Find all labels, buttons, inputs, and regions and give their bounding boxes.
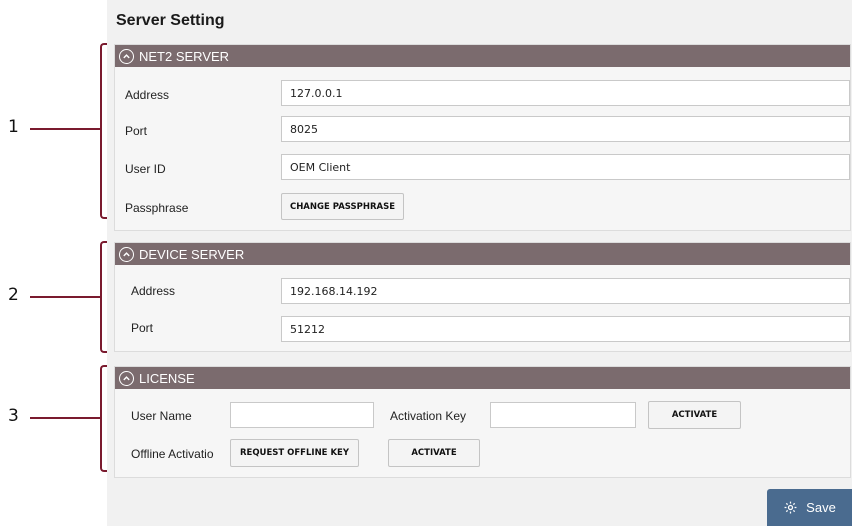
page-title: Server Setting: [116, 12, 225, 29]
net2-server-section: NET2 SERVER Address 127.0.0.1 Port 8025 …: [114, 44, 851, 231]
net2-server-title: NET2 SERVER: [139, 48, 230, 64]
callout-1-line: [30, 128, 102, 130]
net2-user-id-label: User ID: [125, 162, 166, 176]
net2-server-header[interactable]: NET2 SERVER: [115, 45, 850, 67]
callout-1-number: 1: [8, 117, 19, 137]
user-name-label: User Name: [131, 409, 192, 423]
device-server-header[interactable]: DEVICE SERVER: [115, 243, 850, 265]
license-title: LICENSE: [139, 370, 195, 386]
save-label: Save: [806, 500, 836, 515]
chevron-up-circle-icon[interactable]: [119, 246, 134, 262]
callout-3-line: [30, 417, 102, 419]
license-section: LICENSE User Name Activation Key ACTIVAT…: [114, 366, 851, 478]
offline-activation-label: Offline Activatio: [131, 447, 214, 461]
net2-passphrase-label: Passphrase: [125, 201, 189, 215]
offline-activate-button[interactable]: ACTIVATE: [388, 439, 480, 467]
license-header[interactable]: LICENSE: [115, 367, 850, 389]
chevron-up-circle-icon[interactable]: [119, 370, 134, 386]
device-address-input[interactable]: 192.168.14.192: [281, 278, 850, 304]
net2-address-label: Address: [125, 88, 170, 102]
device-address-label: Address: [131, 284, 176, 298]
activation-key-label: Activation Key: [390, 409, 467, 423]
user-name-input[interactable]: [230, 402, 374, 428]
net2-user-id-input[interactable]: OEM Client: [281, 154, 850, 180]
activate-button[interactable]: ACTIVATE: [648, 401, 741, 429]
callout-3-number: 3: [8, 406, 19, 426]
change-passphrase-button[interactable]: CHANGE PASSPHRASE: [281, 193, 404, 220]
net2-port-input[interactable]: 8025: [281, 116, 850, 142]
device-server-section: DEVICE SERVER Address 192.168.14.192 Por…: [114, 242, 851, 352]
activation-key-input[interactable]: [490, 402, 636, 428]
device-port-input[interactable]: 51212: [281, 316, 850, 342]
chevron-up-circle-icon[interactable]: [119, 48, 134, 64]
callout-2-line: [30, 296, 102, 298]
net2-port-label: Port: [125, 124, 148, 138]
device-port-label: Port: [131, 321, 154, 335]
gear-icon: [783, 500, 798, 515]
device-server-title: DEVICE SERVER: [139, 246, 245, 262]
net2-address-input[interactable]: 127.0.0.1: [281, 80, 850, 106]
save-button[interactable]: Save: [767, 489, 852, 526]
request-offline-key-button[interactable]: REQUEST OFFLINE KEY: [230, 439, 359, 467]
callout-2-number: 2: [8, 285, 19, 305]
